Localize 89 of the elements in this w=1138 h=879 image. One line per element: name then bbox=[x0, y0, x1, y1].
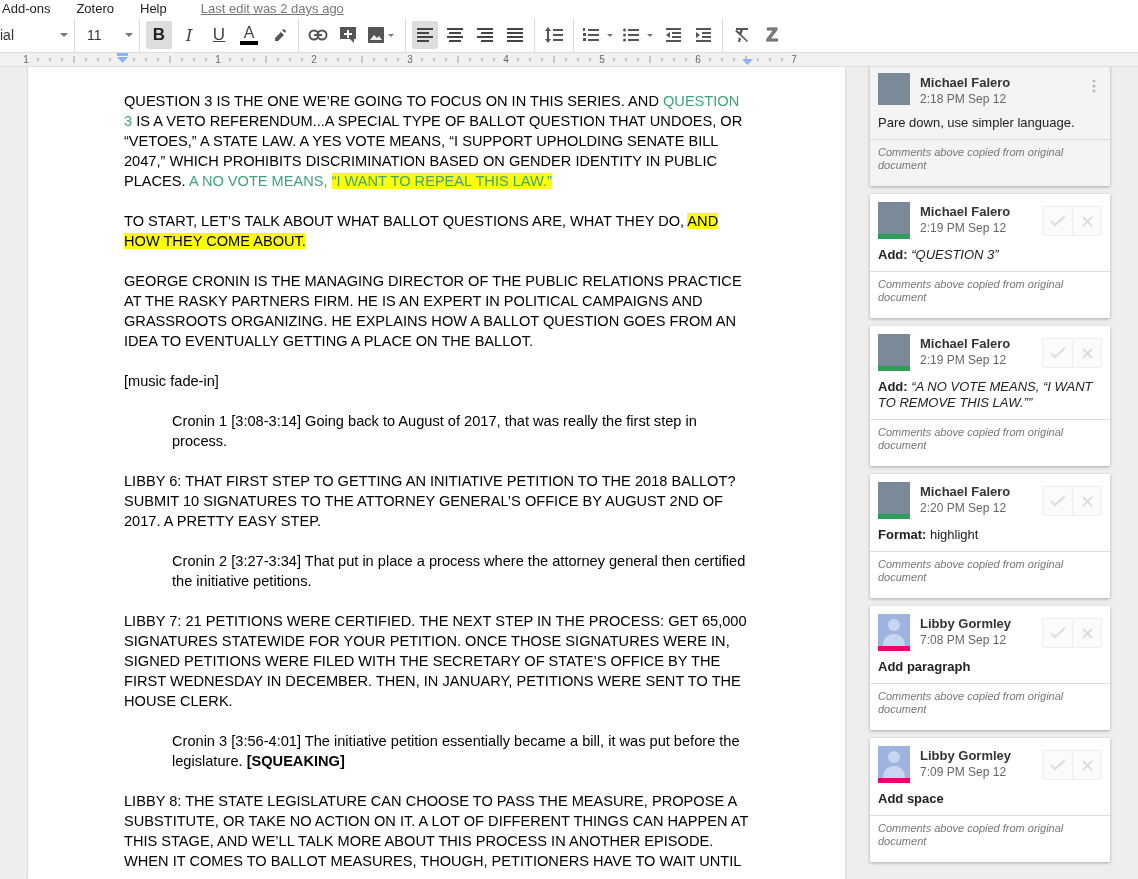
align-left-button[interactable] bbox=[412, 21, 438, 49]
comment-time: 2:20 PM Sep 12 bbox=[920, 500, 1008, 516]
align-left-icon bbox=[417, 28, 433, 42]
align-center-icon bbox=[447, 28, 463, 42]
author-name: Michael Falero bbox=[920, 204, 1012, 220]
paragraph: QUESTION 3 IS THE ONE WE’RE GOING TO FOCUS ON IN THIS SERIES. AND QUESTION 3 IS A VETO REFERENDUM...A SPECIAL TYPE OF BALLOT QUESTION THAT UNDOES, OR “VETOES,” A STATE LAW. A YES VOTE MEANS, “I SUPPORT UPHOLDING SENATE BILL 2047,” WHICH PROHIBITS DISCRIMINATION BASED ON GENDER IDENTITY IN PUBLIC PLACES. A NO VOTE MEANS, “I WANT TO REPEAL THIS LAW.” bbox=[124, 92, 744, 191]
paragraph: TO START, LET’S TALK ABOUT WHAT BALLOT QUESTIONS ARE, WHAT THEY DO, AND HOW THEY COME ABOUT. bbox=[124, 212, 720, 251]
marker-icon bbox=[272, 28, 286, 42]
quote-paragraph: Cronin 1 [3:08-3:14] Going back to August of 2017, that was really the first step in process. bbox=[172, 412, 698, 451]
comment-time: 7:08 PM Sep 12 bbox=[920, 632, 1008, 648]
ruler-number: 6 bbox=[695, 54, 701, 65]
ruler-number: 4 bbox=[503, 54, 509, 65]
menu-item[interactable]: Zotero bbox=[76, 1, 114, 17]
close-icon bbox=[1081, 759, 1093, 771]
paragraph: [music fade-in] bbox=[124, 372, 220, 391]
paragraph: LIBBY 8: THE STATE LEGISLATURE CAN CHOOSE TO PASS THE MEASURE, PROPOSE A SUBSTITUTE, OR TAKE NO ACTION ON IT. A LOT OF DIFFERENT THINGS CAN HAPPEN AT THIS STAGE, AND WE’LL TALK MORE ABOUT THIS PROCESS IN ANOTHER EPISODE. WHEN IT COMES TO BALLOT MEASURES, THOUGH, PETITIONERS HAVE TO WAIT UNTIL bbox=[124, 792, 750, 871]
photo-placeholder bbox=[878, 202, 910, 234]
author-name: Michael Falero bbox=[920, 75, 1012, 91]
add-comment-icon bbox=[339, 26, 357, 44]
author-name: Libby Gormley bbox=[920, 616, 1013, 632]
copied-note: Comments above copied from original document bbox=[870, 419, 1110, 466]
image-icon bbox=[368, 26, 396, 44]
photo-placeholder bbox=[878, 482, 910, 514]
ruler-number: 1 bbox=[23, 54, 29, 65]
paragraph: LIBBY 6: THAT FIRST STEP TO GETTING AN INITIATIVE PETITION TO THE 2018 BALLOT? SUBMIT 10 SIGNATURES TO THE ATTORNEY GENERAL’S OFFICE BY AUGUST 2ND OF 2017. A PRETTY EASY STEP. bbox=[124, 472, 737, 531]
right-indent-marker-icon[interactable] bbox=[742, 59, 753, 65]
quote-paragraph: Cronin 2 [3:27-3:34] That put in place a process where the attorney general then certified the initiative petitions. bbox=[172, 552, 747, 591]
copied-note: Comments above copied from original document bbox=[870, 271, 1110, 318]
align-right-icon bbox=[477, 28, 493, 42]
comment-text: Add space bbox=[877, 790, 945, 808]
paragraph: LIBBY 7: 21 PETITIONS WERE CERTIFIED. THE NEXT STEP IN THE PROCESS: GET 65,000 SIGNATURES STATEWIDE FOR YOUR PETITION. ONCE THOSE SIGNATURES WERE IN, SIGNED PETITIONS WERE FILED WITH THE SECRETARY OF STATE’S OFFICE BY THE FIRST WEDNESDAY IN DECEMBER. THEN, IN JANUARY, PETITIONS WERE SENT TO THE HOUSE CLERK. bbox=[124, 612, 748, 711]
last-edit-link[interactable]: Last edit was 2 days ago bbox=[200, 1, 344, 17]
justify-icon bbox=[507, 28, 523, 42]
comment-time: 2:18 PM Sep 12 bbox=[920, 91, 1008, 107]
avatar-silhouette-icon bbox=[878, 614, 910, 646]
ruler-number: 5 bbox=[599, 54, 605, 65]
comment-card[interactable]: Michael Falero 2:18 PM Sep 12 Pare down, use simpler language. Comments above copied from original document bbox=[870, 67, 1110, 186]
check-icon bbox=[1049, 627, 1066, 639]
quote-paragraph: Cronin 3 [3:56-4:01] The initiative petition essentially became a bill, it was put before the legislature. [SQUEAKING] bbox=[172, 732, 741, 771]
indent-marker-icon[interactable] bbox=[117, 53, 128, 63]
close-icon bbox=[1081, 347, 1093, 359]
decrease-indent-icon bbox=[665, 28, 681, 42]
comment-text: Pare down, use simpler language. bbox=[877, 114, 1076, 132]
check-icon bbox=[1049, 347, 1066, 359]
text-color-button[interactable]: A bbox=[236, 21, 262, 49]
comment-text: Add paragraph bbox=[877, 658, 972, 676]
check-icon bbox=[1049, 759, 1066, 771]
copied-note: Comments above copied from original document bbox=[870, 815, 1110, 862]
font-size-dropdown[interactable]: 11 bbox=[81, 21, 133, 49]
bold-button[interactable]: B bbox=[146, 21, 172, 49]
author-name: Libby Gormley bbox=[920, 748, 1013, 764]
ruler-number: 3 bbox=[407, 54, 413, 65]
menu-item[interactable]: Help bbox=[140, 1, 167, 17]
comment-text: Format: highlight bbox=[877, 526, 980, 544]
italic-button[interactable]: I bbox=[176, 21, 202, 49]
paragraph: GEORGE CRONIN IS THE MANAGING DIRECTOR OF THE PUBLIC RELATIONS PRACTICE AT THE RASKY PARTNERS FIRM. HE IS AN EXPERT IN POLITICAL CAMPAIGNS AND GRASSROOTS ORGANIZING. HE EXPLAINS HOW A BALLOT QUESTION GOES FROM AN IDEA TO EVENTUALLY GETTING A PLACE ON THE BALLOT. bbox=[124, 272, 743, 351]
close-icon bbox=[1081, 495, 1093, 507]
clear-formatting-icon bbox=[734, 28, 750, 42]
caret-icon bbox=[125, 33, 133, 37]
photo-placeholder bbox=[878, 73, 910, 105]
author-name: Michael Falero bbox=[920, 484, 1012, 500]
ruler-number: 1 bbox=[215, 54, 221, 65]
check-icon bbox=[1049, 215, 1066, 227]
photo-placeholder bbox=[878, 334, 910, 366]
copied-note: Comments above copied from original document bbox=[870, 683, 1110, 730]
ruler-number: 7 bbox=[791, 54, 797, 65]
increase-indent-icon bbox=[695, 28, 711, 42]
close-icon bbox=[1081, 627, 1093, 639]
bulleted-list-icon bbox=[623, 28, 653, 42]
copied-note: Comments above copied from original document bbox=[870, 139, 1110, 186]
ruler-number: 2 bbox=[311, 54, 317, 65]
comment-text: Add: “QUESTION 3” bbox=[877, 246, 1000, 264]
font-family-dropdown[interactable]: ial bbox=[0, 21, 68, 49]
close-icon bbox=[1081, 215, 1093, 227]
line-spacing-icon bbox=[545, 27, 563, 43]
comment-time: 2:19 PM Sep 12 bbox=[920, 352, 1008, 368]
author-name: Michael Falero bbox=[920, 336, 1012, 352]
avatar-silhouette-icon bbox=[878, 746, 910, 778]
caret-icon bbox=[60, 33, 68, 37]
numbered-list-icon bbox=[583, 28, 613, 42]
comment-time: 7:09 PM Sep 12 bbox=[920, 764, 1008, 780]
copied-note: Comments above copied from original document bbox=[870, 551, 1110, 598]
underline-button[interactable]: U bbox=[206, 21, 232, 49]
check-icon bbox=[1049, 495, 1066, 507]
zotero-button[interactable]: Z bbox=[759, 21, 785, 49]
comment-time: 2:19 PM Sep 12 bbox=[920, 220, 1008, 236]
menu-item[interactable]: Add-ons bbox=[2, 1, 51, 17]
comment-text: Add: “A NO VOTE MEANS, “I WANT TO REMOVE THIS LAW.”” bbox=[877, 378, 1094, 412]
link-icon bbox=[308, 29, 328, 41]
